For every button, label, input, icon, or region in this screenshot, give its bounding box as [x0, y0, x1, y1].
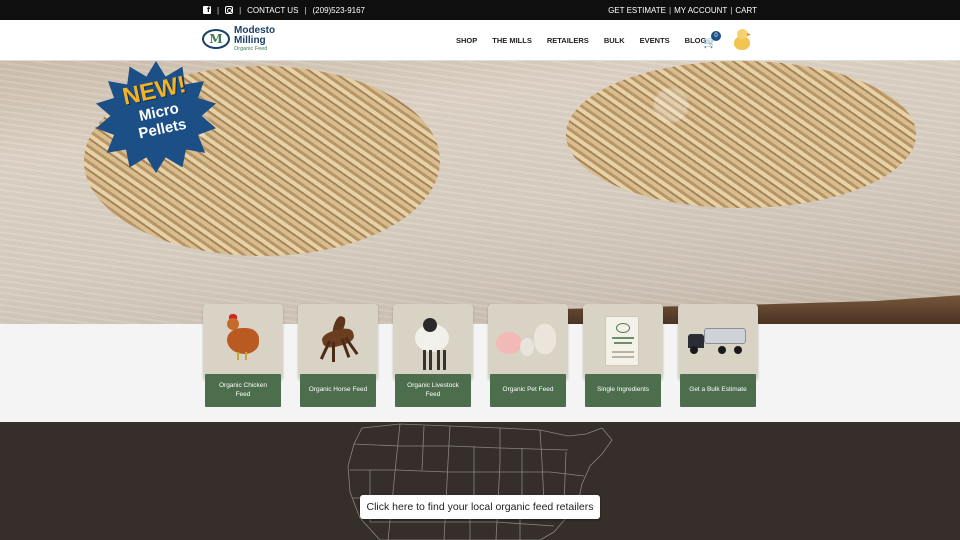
separator: |	[730, 5, 733, 15]
nav-bulk[interactable]: BULK	[604, 36, 625, 45]
chicken-image	[203, 304, 283, 380]
topbar-left: f | | CONTACT US | (209)523-9167	[203, 0, 365, 20]
main-header: M Modesto Milling Organic Feed SHOP THE …	[0, 20, 960, 61]
top-utility-bar: f | | CONTACT US | (209)523-9167 GET EST…	[0, 0, 960, 20]
logo-text: Modesto Milling Organic Feed	[234, 26, 275, 53]
cart-button[interactable]: 🛒 0	[703, 31, 721, 48]
cart-count-badge: 0	[711, 31, 721, 41]
site-logo[interactable]: M Modesto Milling Organic Feed	[202, 26, 275, 53]
separator: |	[239, 5, 242, 15]
category-label: Organic Chicken Feed	[205, 374, 281, 407]
instagram-icon[interactable]	[225, 6, 234, 14]
category-card-livestock[interactable]: Organic Livestock Feed	[393, 304, 473, 408]
category-card-bulk-estimate[interactable]: Get a Bulk Estimate	[678, 304, 758, 408]
find-retailer-button[interactable]: Click here to find your local organic fe…	[360, 495, 600, 519]
truck-image	[678, 304, 758, 380]
category-label: Organic Livestock Feed	[395, 374, 471, 407]
category-card-single-ingredients[interactable]: Single Ingredients	[583, 304, 663, 408]
separator: |	[217, 5, 220, 15]
main-nav: SHOP THE MILLS RETAILERS BULK EVENTS BLO…	[456, 20, 706, 60]
category-card-chicken[interactable]: Organic Chicken Feed	[203, 304, 283, 408]
horse-image	[298, 304, 378, 380]
category-label: Get a Bulk Estimate	[680, 374, 756, 407]
pellet-pile-right	[566, 61, 916, 208]
facebook-icon[interactable]: f	[203, 6, 211, 14]
logo-mark-icon: M	[202, 29, 230, 50]
logo-tagline: Organic Feed	[234, 46, 268, 52]
category-card-horse[interactable]: Organic Horse Feed	[298, 304, 378, 408]
sheep-image	[393, 304, 473, 380]
contact-us-link[interactable]: CONTACT US	[247, 6, 298, 15]
separator: |	[304, 5, 307, 15]
my-account-link[interactable]: MY ACCOUNT	[674, 6, 727, 15]
category-cards: Organic Chicken Feed Organic Horse Feed …	[203, 304, 758, 408]
separator: |	[669, 5, 672, 15]
get-estimate-link[interactable]: GET ESTIMATE	[608, 6, 666, 15]
nav-the-mills[interactable]: THE MILLS	[492, 36, 532, 45]
phone-link[interactable]: (209)523-9167	[313, 6, 365, 15]
nav-shop[interactable]: SHOP	[456, 36, 477, 45]
category-label: Organic Horse Feed	[300, 374, 376, 407]
category-card-pet[interactable]: Organic Pet Feed	[488, 304, 568, 408]
nav-retailers[interactable]: RETAILERS	[547, 36, 589, 45]
hero-banner[interactable]: NEW! Micro Pellets	[0, 61, 960, 324]
topbar-right: GET ESTIMATE | MY ACCOUNT | CART	[608, 0, 757, 20]
pets-image	[488, 304, 568, 380]
us-map-illustration	[347, 423, 613, 540]
chick-icon	[733, 28, 751, 52]
category-label: Organic Pet Feed	[490, 374, 566, 407]
cart-link[interactable]: CART	[735, 6, 757, 15]
nav-events[interactable]: EVENTS	[640, 36, 670, 45]
feed-bag-image	[583, 304, 663, 380]
category-label: Single Ingredients	[585, 374, 661, 407]
logo-name-line-2: Milling	[234, 35, 266, 46]
retailer-map-section: Click here to find your local organic fe…	[0, 422, 960, 540]
